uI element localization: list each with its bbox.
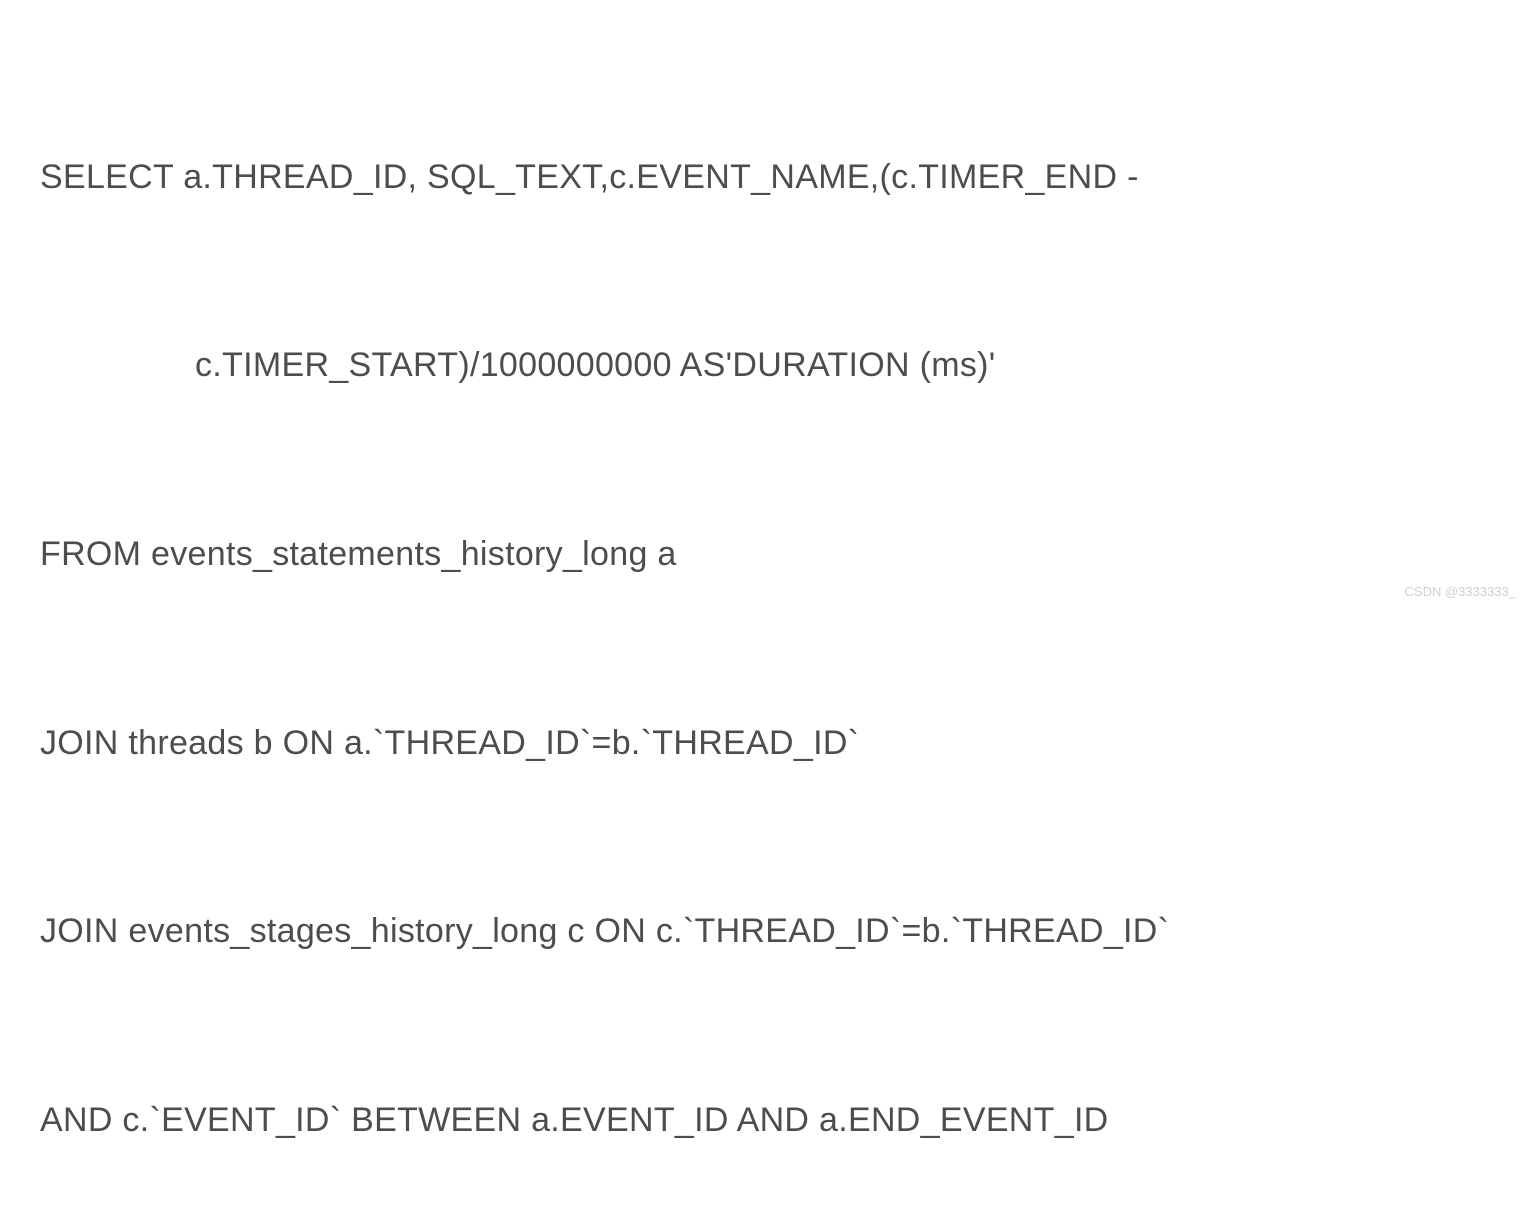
sql-line-6: AND c.`EVENT_ID` BETWEEN a.EVENT_ID AND … xyxy=(40,1089,1496,1152)
sql-line-4: JOIN threads b ON a.`THREAD_ID`=b.`THREA… xyxy=(40,712,1496,775)
sql-line-2: c.TIMER_START)/1000000000 AS'DURATION (m… xyxy=(40,334,1496,397)
sql-line-3: FROM events_statements_history_long a xyxy=(40,523,1496,586)
sql-code-block: SELECT a.THREAD_ID, SQL_TEXT,c.EVENT_NAM… xyxy=(40,20,1496,1224)
sql-line-5: JOIN events_stages_history_long c ON c.`… xyxy=(40,900,1496,963)
sql-line-1: SELECT a.THREAD_ID, SQL_TEXT,c.EVENT_NAM… xyxy=(40,146,1496,209)
watermark-text: CSDN @3333333_ xyxy=(1405,580,1516,604)
